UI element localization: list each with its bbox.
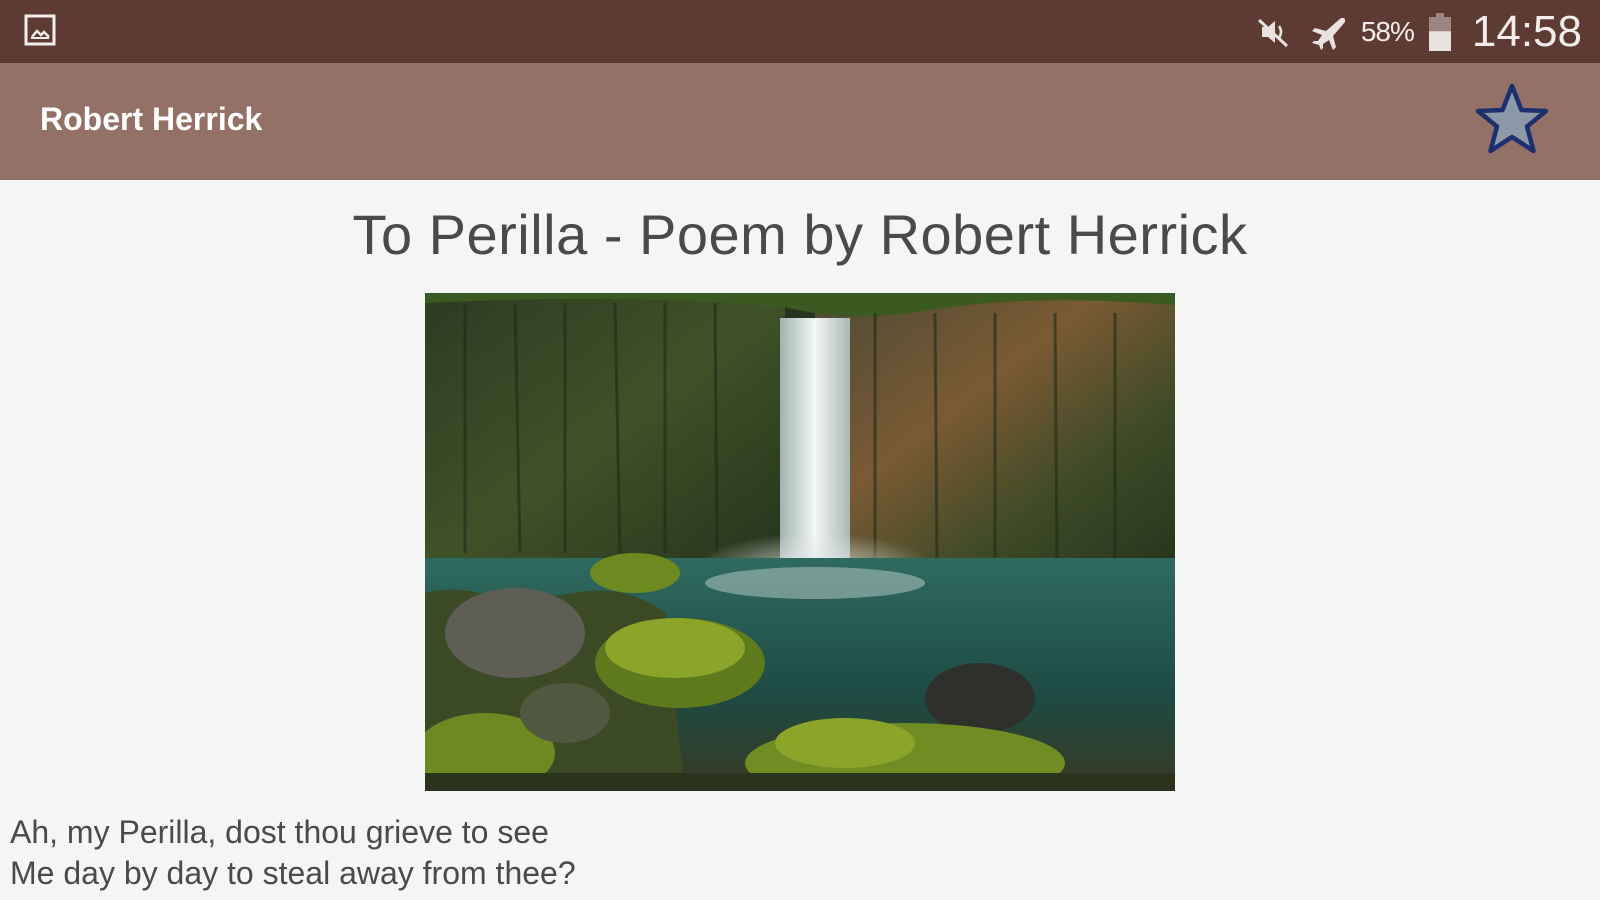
poem-content: To Perilla - Poem by Robert Herrick Ah, … — [0, 180, 1600, 900]
app-bar: Robert Herrick — [0, 63, 1600, 180]
favorite-button[interactable] — [1472, 81, 1552, 161]
airplane-mode-icon — [1311, 17, 1346, 50]
status-icons: 58% 14:58 — [1253, 0, 1582, 63]
clock: 14:58 — [1471, 6, 1582, 56]
mute-icon — [1257, 18, 1288, 47]
poem-line: Me day by day to steal away from thee? — [10, 855, 576, 891]
status-bar: 58% 14:58 — [0, 0, 1600, 63]
battery-percent: 58% — [1360, 15, 1415, 47]
gallery-icon — [24, 14, 56, 46]
waterfall-image — [425, 293, 1175, 791]
battery-icon — [1428, 12, 1451, 51]
poem-title: To Perilla - Poem by Robert Herrick — [352, 203, 1248, 266]
app-title: Robert Herrick — [40, 101, 263, 137]
star-icon — [1475, 83, 1549, 154]
poem-text: Ah, my Perilla, dost thou grieve to see … — [10, 812, 576, 894]
poem-line: Ah, my Perilla, dost thou grieve to see — [10, 814, 549, 850]
